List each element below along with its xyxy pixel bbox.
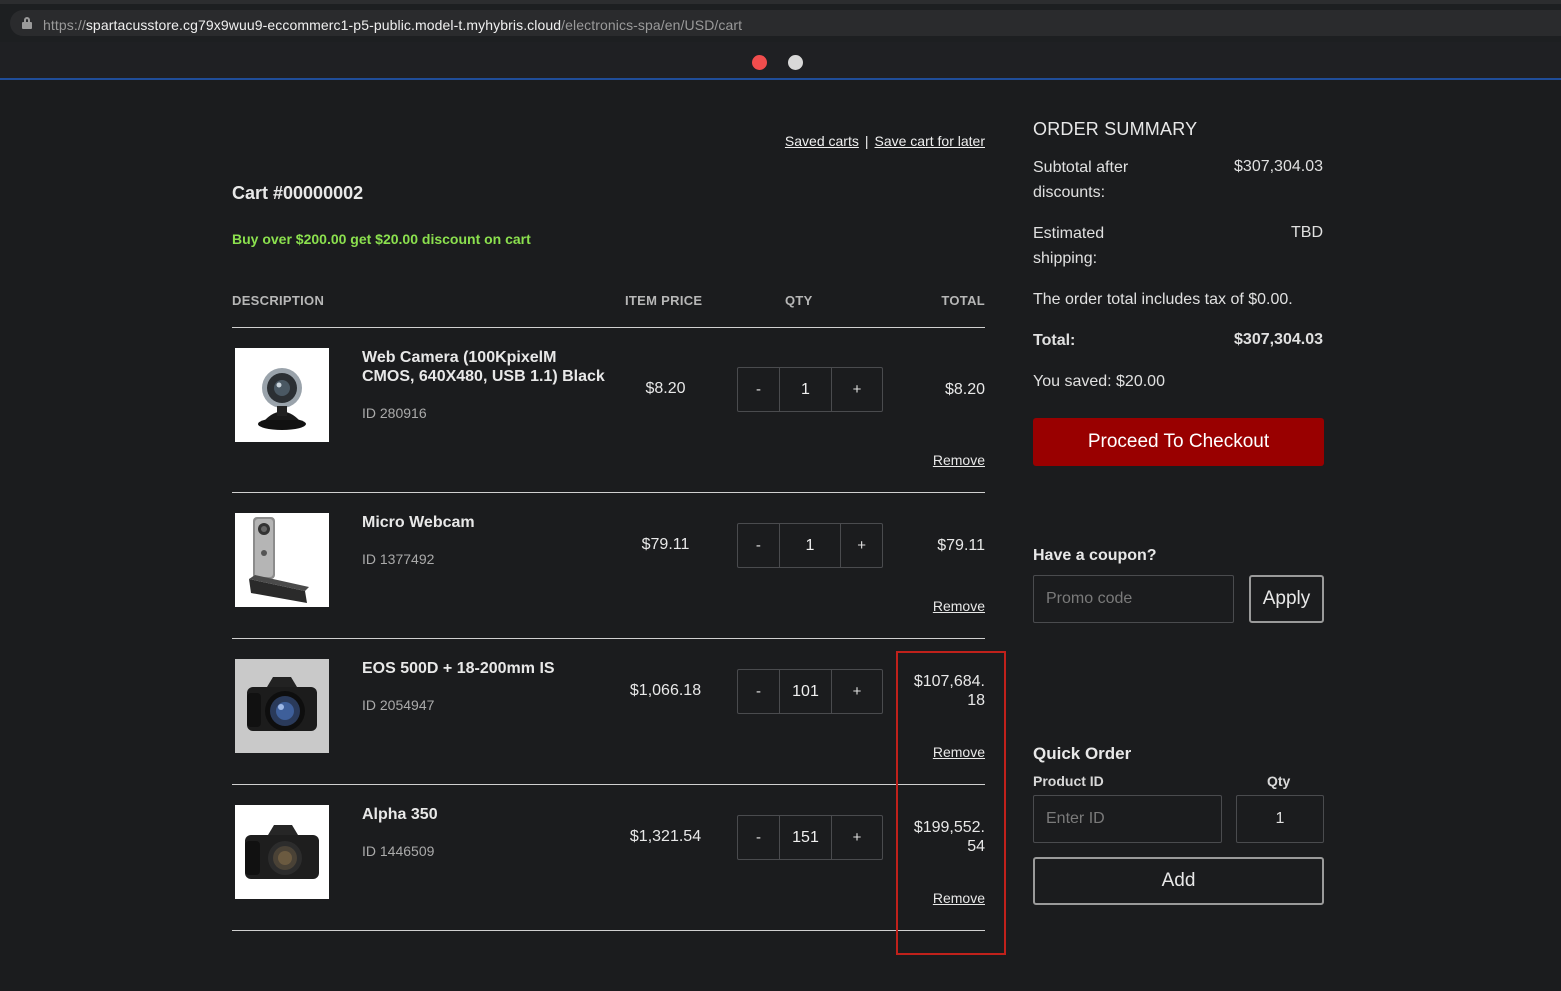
subtotal-label-line1: Subtotal after: [1033, 159, 1129, 176]
proceed-to-checkout-button[interactable]: Proceed To Checkout: [1033, 418, 1324, 466]
item-price: $79.11: [641, 536, 690, 553]
coupon-heading: Have a coupon?: [1033, 547, 1157, 564]
lock-icon: [22, 17, 32, 29]
qty-label: Qty: [1267, 773, 1291, 789]
product-id: ID 1377492: [362, 551, 435, 567]
save-cart-for-later-link[interactable]: Save cart for later: [875, 133, 986, 149]
qty-increase-button[interactable]: +: [832, 816, 882, 859]
product-name[interactable]: Micro Webcam: [362, 513, 612, 532]
toolbar-strip: [0, 42, 1561, 80]
qty-increase-button[interactable]: +: [832, 670, 882, 713]
micro-webcam-icon: [249, 517, 309, 603]
order-summary-title: ORDER SUMMARY: [1033, 119, 1198, 139]
saved-amount: You saved: $20.00: [1033, 373, 1165, 390]
qty-value[interactable]: 1: [778, 524, 842, 567]
remove-link[interactable]: Remove: [885, 598, 985, 614]
record-dot-icon[interactable]: [752, 55, 767, 70]
product-id: ID 2054947: [362, 697, 435, 713]
item-price: $1,066.18: [629, 682, 702, 699]
highlight-box: [896, 651, 1006, 955]
shipping-label: Estimated shipping:: [1033, 221, 1173, 271]
shipping-label-line2: shipping:: [1033, 250, 1098, 267]
product-image-webcam[interactable]: [235, 348, 329, 442]
qty-value[interactable]: 151: [779, 816, 832, 859]
item-total-line1: $8.20: [944, 381, 985, 398]
divider: [232, 638, 985, 639]
product-id: ID 1446509: [362, 843, 435, 859]
tax-note: The order total includes tax of $0.00.: [1033, 291, 1293, 308]
qty-increase-button[interactable]: +: [841, 524, 882, 567]
header-qty: QTY: [785, 293, 813, 308]
url-scheme: https://: [43, 17, 86, 33]
item-total: $79.11: [885, 536, 985, 555]
item-price: $8.20: [645, 380, 686, 397]
quick-order-qty-input[interactable]: [1236, 795, 1324, 843]
cart-links: Saved carts | Save cart for later: [700, 133, 985, 149]
subtotal-label-line2: discounts:: [1033, 184, 1106, 201]
header-total: TOTAL: [941, 293, 985, 308]
camera-body-icon: [245, 825, 319, 879]
product-id: ID 280916: [362, 405, 427, 421]
shipping-value: TBD: [1291, 224, 1323, 241]
add-button[interactable]: Add: [1033, 857, 1324, 905]
url-host: spartacusstore.cg79x9wuu9-eccommerc1-p5-…: [85, 17, 562, 33]
product-name-line2: CMOS, 640X480, USB 1.1) Black: [362, 368, 605, 385]
subtotal-label: Subtotal after discounts:: [1033, 155, 1173, 205]
product-image-eos-500d[interactable]: [235, 659, 329, 753]
url-text[interactable]: https://spartacusstore.cg79x9wuu9-eccomm…: [43, 17, 742, 33]
quantity-stepper: - 1 +: [737, 367, 883, 412]
divider: [232, 492, 985, 493]
promo-code-input[interactable]: [1033, 575, 1234, 623]
product-name[interactable]: Alpha 350: [362, 805, 612, 824]
cart-promotion: Buy over $200.00 get $20.00 discount on …: [232, 231, 531, 247]
qty-value[interactable]: 1: [779, 368, 832, 411]
qty-decrease-button[interactable]: -: [738, 524, 779, 567]
camera-icon: [247, 677, 317, 731]
product-name[interactable]: Web Camera (100KpixelM CMOS, 640X480, USB…: [362, 348, 612, 386]
browser-address-bar: https://spartacusstore.cg79x9wuu9-eccomm…: [0, 0, 1561, 42]
qty-decrease-button[interactable]: -: [738, 368, 779, 411]
qty-increase-button[interactable]: +: [832, 368, 882, 411]
saved-carts-link[interactable]: Saved carts: [785, 133, 859, 149]
divider: [232, 784, 985, 785]
product-name[interactable]: EOS 500D + 18-200mm IS: [362, 659, 612, 678]
product-image-micro-webcam[interactable]: [235, 513, 329, 607]
item-total: $8.20: [885, 380, 985, 399]
qty-decrease-button[interactable]: -: [738, 816, 779, 859]
item-price: $1,321.54: [629, 828, 702, 845]
qty-decrease-button[interactable]: -: [738, 670, 779, 713]
status-dot-icon[interactable]: [788, 55, 803, 70]
quantity-stepper: - 101 +: [737, 669, 883, 714]
product-id-label: Product ID: [1033, 773, 1104, 789]
product-name-line1: Web Camera (100KpixelM: [362, 349, 557, 366]
remove-link[interactable]: Remove: [885, 452, 985, 468]
shipping-label-line1: Estimated: [1033, 225, 1105, 242]
apply-coupon-button[interactable]: Apply: [1249, 575, 1324, 623]
quick-order-heading: Quick Order: [1033, 744, 1132, 763]
product-id-input[interactable]: [1033, 795, 1222, 843]
header-item-price: ITEM PRICE: [625, 293, 703, 308]
divider: [232, 327, 985, 328]
item-total-line1: $79.11: [937, 537, 985, 554]
webcam-icon: [258, 368, 306, 430]
cart-title: Cart #00000002: [232, 183, 364, 203]
total-label: Total:: [1033, 332, 1076, 349]
subtotal-value: $307,304.03: [1234, 158, 1323, 175]
quantity-stepper: - 151 +: [737, 815, 883, 860]
divider: [232, 930, 985, 931]
product-image-alpha-350[interactable]: [235, 805, 329, 899]
total-value: $307,304.03: [1234, 331, 1323, 348]
qty-value[interactable]: 101: [779, 670, 832, 713]
link-separator: |: [864, 133, 869, 149]
header-description: DESCRIPTION: [232, 293, 325, 308]
quantity-stepper: - 1 +: [737, 523, 883, 568]
url-path: /electronics-spa/en/USD/cart: [561, 17, 743, 33]
